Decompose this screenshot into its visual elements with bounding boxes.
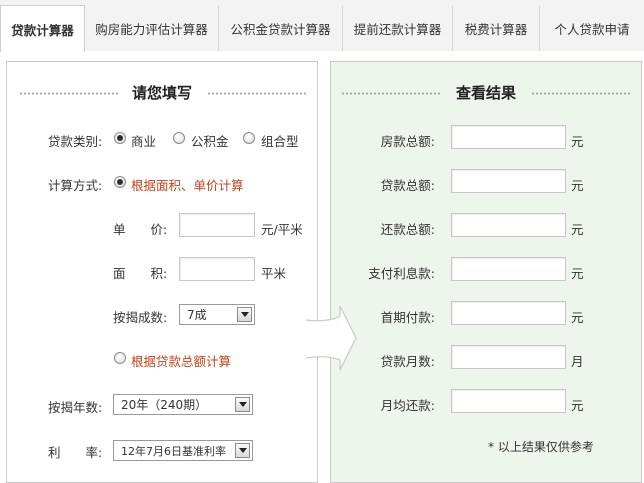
chevron-down-icon[interactable]	[235, 397, 250, 412]
result-panel-header: 查看结果	[331, 62, 641, 122]
mortgage-years-label: 按揭年数:	[48, 400, 103, 415]
area-input[interactable]	[179, 257, 255, 281]
result-panel: 查看结果 房款总额: 元 贷款总额: 元 还款总额: 元 支付利息款: 元 首期…	[330, 61, 642, 483]
result-row-unit: 元	[571, 134, 584, 149]
result-row-label: 支付利息款:	[368, 266, 435, 281]
tab-label: 税费计算器	[464, 22, 528, 37]
tab-housing-fund[interactable]: 公积金贷款计算器	[219, 6, 343, 51]
monthly-payment-output	[451, 389, 566, 413]
area-unit: 平米	[261, 266, 287, 281]
tab-label: 个人贷款申请	[554, 22, 630, 37]
tab-label: 购房能力评估计算器	[95, 22, 208, 37]
result-row-label: 首期付款:	[380, 310, 435, 325]
unit-price-label: 单 价:	[113, 222, 168, 237]
result-row-unit: 元	[571, 310, 584, 325]
chevron-down-icon[interactable]	[237, 307, 252, 322]
mortgage-ratio-value: 7成	[187, 308, 207, 322]
tab-label: 提前还款计算器	[353, 22, 442, 37]
rate-label: 利 率:	[48, 445, 103, 460]
result-row-unit: 月	[571, 354, 584, 369]
tab-loan-calculator[interactable]: 贷款计算器	[0, 5, 85, 52]
mortgage-ratio-label: 按揭成数:	[113, 310, 168, 325]
down-payment-output	[451, 301, 566, 325]
calc-by-total-label[interactable]: 根据贷款总额计算	[131, 351, 231, 370]
loan-type-label: 贷款类别:	[48, 134, 103, 149]
unit-price-input[interactable]	[179, 213, 255, 237]
calc-by-area-radio[interactable]	[114, 176, 126, 188]
calc-by-total-radio[interactable]	[114, 352, 126, 364]
calc-by-area-label[interactable]: 根据面积、单价计算	[131, 175, 244, 194]
mortgage-ratio-select[interactable]: 7成	[179, 304, 255, 325]
loan-total-output	[451, 169, 566, 193]
result-row-unit: 元	[571, 398, 584, 413]
total-house-price-output	[451, 125, 566, 149]
arrow-right-icon	[305, 305, 357, 371]
calc-method-label: 计算方式:	[48, 178, 103, 193]
loan-type-combined-label[interactable]: 组合型	[261, 131, 299, 150]
result-row-label: 贷款总额:	[380, 178, 435, 193]
result-row-unit: 元	[571, 222, 584, 237]
loan-months-output	[451, 345, 566, 369]
repayment-total-output	[451, 213, 566, 237]
loan-type-commercial-label[interactable]: 商业	[131, 131, 156, 150]
result-row-unit: 元	[571, 266, 584, 281]
tab-purchase-ability[interactable]: 购房能力评估计算器	[85, 6, 219, 51]
area-label: 面 积:	[113, 266, 168, 281]
loan-type-combined-radio[interactable]	[243, 132, 255, 144]
tab-label: 贷款计算器	[11, 22, 74, 38]
loan-type-commercial-radio[interactable]	[114, 132, 126, 144]
result-row-label: 贷款月数:	[380, 354, 435, 369]
loan-type-fund-label[interactable]: 公积金	[191, 131, 229, 150]
result-row-label: 房款总额:	[380, 134, 435, 149]
tab-early-repayment[interactable]: 提前还款计算器	[343, 6, 453, 51]
tab-personal-loan[interactable]: 个人贷款申请	[540, 6, 644, 51]
result-note: * 以上结果仅供参考	[488, 440, 594, 454]
result-row-unit: 元	[571, 178, 584, 193]
rate-select[interactable]: 12年7月6日基准利率	[113, 440, 253, 461]
input-panel: 请您填写 贷款类别: 商业 公积金 组合型 计算方式: 根据面积、单价计算 单 …	[6, 61, 318, 483]
divider	[207, 91, 307, 96]
tab-tax[interactable]: 税费计算器	[453, 6, 540, 51]
divider	[531, 91, 631, 96]
interest-paid-output	[451, 257, 566, 281]
result-row-label: 还款总额:	[380, 222, 435, 237]
loan-type-fund-radio[interactable]	[173, 132, 185, 144]
result-row-label: 月均还款:	[380, 398, 435, 413]
unit-price-unit: 元/平米	[261, 222, 303, 237]
tab-label: 公积金贷款计算器	[230, 22, 331, 37]
rate-value: 12年7月6日基准利率	[121, 444, 226, 458]
tab-bar: 贷款计算器 购房能力评估计算器 公积金贷款计算器 提前还款计算器 税费计算器 个…	[0, 0, 644, 52]
mortgage-years-select[interactable]: 20年（240期）	[113, 394, 253, 415]
input-panel-header: 请您填写	[7, 62, 317, 122]
chevron-down-icon[interactable]	[235, 443, 250, 458]
mortgage-years-value: 20年（240期）	[121, 398, 208, 412]
